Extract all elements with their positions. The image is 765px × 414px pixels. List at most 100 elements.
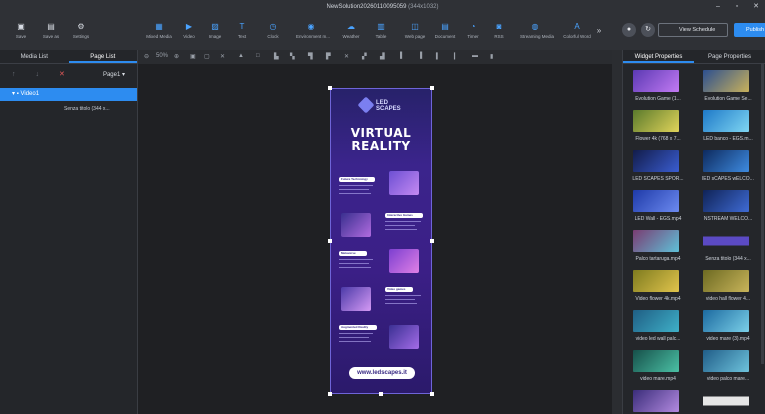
document-button[interactable]: ▤ Document — [430, 22, 460, 39]
media-tile[interactable]: Evolution Game Se... — [693, 66, 763, 106]
bring-front-icon[interactable]: ▌ — [400, 53, 404, 59]
zoom-out-icon[interactable]: ⊖ — [144, 53, 149, 60]
media-tile[interactable]: NSTREAM WELCO... — [693, 186, 763, 226]
rss-button[interactable]: ◙ RSS — [484, 22, 514, 39]
tab-page-list[interactable]: Page List — [68, 50, 137, 63]
image-button[interactable]: ▨ Image — [200, 22, 230, 39]
resize-handle-br[interactable] — [430, 392, 434, 396]
fit-icon[interactable]: ▣ — [190, 53, 196, 60]
align-top-icon[interactable]: ▛ — [326, 53, 331, 60]
media-tile[interactable] — [623, 386, 693, 412]
lock-icon[interactable]: ▲ — [238, 53, 244, 59]
video-icon: ▶ — [185, 22, 193, 31]
close-window-button[interactable]: ✕ — [747, 0, 765, 14]
media-tile[interactable]: video led wall palc... — [623, 306, 693, 346]
ad-headline-line1: VIRTUAL — [350, 126, 412, 140]
ad-image — [389, 171, 419, 195]
ad-headline-line2: REALITY — [351, 139, 411, 153]
window-title-dimensions: (344x1032) — [408, 4, 439, 10]
save-as-button[interactable]: ▤ Save as — [36, 22, 66, 39]
media-tile[interactable]: video hall flower 4... — [693, 266, 763, 306]
align-bottom-icon[interactable]: ▟ — [380, 53, 385, 60]
space-h-icon[interactable]: ▍ — [436, 53, 441, 60]
move-up-icon[interactable]: ↑ — [12, 71, 16, 78]
align-center-icon[interactable]: ▚ — [290, 53, 295, 60]
media-tile-name: video mare.mp4 — [640, 376, 676, 382]
media-tile[interactable]: LED Wall - EGS.mp4 — [623, 186, 693, 226]
mixed-media-icon: ▦ — [155, 22, 163, 31]
media-tile[interactable]: Flower 4k (768 x 7... — [623, 106, 693, 146]
resize-handle-r[interactable] — [430, 239, 434, 243]
delete-icon[interactable]: ✕ — [59, 70, 65, 78]
media-tile[interactable]: Senza titolo (344 x... — [693, 226, 763, 266]
media-tile[interactable]: Palco tartaruga.mp4 — [623, 226, 693, 266]
page-select[interactable]: Page1 ▾ — [103, 71, 125, 78]
media-tile[interactable]: video palco mare... — [693, 346, 763, 386]
streaming-media-button[interactable]: ◍ Streaming Media — [520, 22, 554, 39]
refresh-icon[interactable]: ↻ — [641, 23, 655, 37]
location-icon[interactable]: ● — [622, 23, 636, 37]
resize-handle-tl[interactable] — [328, 86, 332, 90]
publish-button[interactable]: Publish — [734, 23, 765, 37]
mixed-media-button[interactable]: ▦ Mixed Media — [144, 22, 174, 39]
distribute-icon[interactable]: ✕ — [344, 53, 349, 60]
colorful-word-button[interactable]: A Colorful Word — [562, 22, 592, 39]
media-tile[interactable]: Video flower 4k.mp4 — [623, 266, 693, 306]
clock-label: Clock — [267, 34, 279, 39]
align-middle-icon[interactable]: ▞ — [362, 53, 367, 60]
canvas-widget-video1[interactable]: LED SCAPES VIRTUAL REALITY Future Techno… — [330, 88, 432, 394]
media-tile-name: video palco mare... — [706, 376, 750, 382]
resize-handle-tr[interactable] — [430, 86, 434, 90]
copy-icon[interactable]: □ — [256, 53, 260, 59]
minimize-button[interactable]: – — [709, 0, 727, 14]
delete-widget-icon[interactable]: ✕ — [220, 53, 225, 60]
media-tile[interactable]: video mare (3).mp4 — [693, 306, 763, 346]
media-tile-name: LED Wall - EGS.mp4 — [634, 216, 682, 222]
zoom-in-icon[interactable]: ⊕ — [174, 53, 179, 60]
full-width-icon[interactable]: ▬ — [472, 53, 478, 59]
media-tile[interactable]: video mare.mp4 — [623, 346, 693, 386]
resize-handle-l[interactable] — [328, 239, 332, 243]
media-tile[interactable] — [693, 386, 763, 412]
move-down-icon[interactable]: ↓ — [36, 71, 40, 78]
align-right-icon[interactable]: ▜ — [308, 53, 313, 60]
send-back-icon[interactable]: ▐ — [418, 53, 422, 59]
settings-label: Settings — [72, 34, 90, 39]
ad-image — [341, 287, 371, 311]
clock-button[interactable]: ◷ Clock — [258, 22, 288, 39]
resize-handle-bl[interactable] — [328, 392, 332, 396]
media-tile[interactable]: LED banco - EGS.m... — [693, 106, 763, 146]
right-panel-scrollbar[interactable] — [761, 64, 764, 364]
ad-headline: VIRTUAL REALITY — [331, 127, 431, 153]
more-widgets-button[interactable]: » — [592, 26, 606, 35]
text-label: Text — [237, 34, 247, 39]
media-tile[interactable]: lED sCAPES wELCO... — [693, 146, 763, 186]
table-button[interactable]: ▥ Table — [366, 22, 396, 39]
list-item-video1[interactable]: ▾ ▪ Video1 — [0, 88, 137, 101]
weather-button[interactable]: ☁ Weather — [336, 22, 366, 39]
weather-icon: ☁ — [347, 22, 355, 31]
window-title-bar: NewSolution20260110095059 (344x1032) — [0, 0, 765, 14]
space-v-icon[interactable]: ▎ — [454, 53, 459, 60]
list-item-media[interactable]: Senza titolo (344 x... — [0, 103, 137, 116]
right-panel-tabs: Widget Properties Page Properties — [623, 50, 765, 64]
resize-handle-b[interactable] — [379, 392, 383, 396]
web-page-button[interactable]: ◫ Web page — [400, 22, 430, 39]
rss-label: RSS — [494, 34, 504, 39]
environment-button[interactable]: ◉ Environment m... — [296, 22, 330, 39]
restore-button[interactable]: ▫ — [728, 0, 746, 14]
tab-page-properties[interactable]: Page Properties — [694, 50, 765, 63]
media-tile[interactable]: LED SCAPES SPOR... — [623, 146, 693, 186]
section-label: Video games — [385, 287, 413, 292]
full-height-icon[interactable]: ▮ — [490, 53, 493, 60]
media-tile[interactable]: Evolution Game (1... — [623, 66, 693, 106]
window-title: NewSolution20260110095059 — [326, 4, 407, 10]
text-button[interactable]: T Text — [227, 22, 257, 39]
tab-widget-properties[interactable]: Widget Properties — [623, 50, 694, 63]
view-schedule-button[interactable]: View Schedule — [658, 23, 728, 37]
align-left-icon[interactable]: ▙ — [274, 53, 279, 60]
fill-icon[interactable]: ▢ — [204, 53, 210, 60]
settings-button[interactable]: ⚙ Settings — [66, 22, 96, 39]
save-button[interactable]: ▣ Save — [6, 22, 36, 39]
tab-media-list[interactable]: Media List — [0, 50, 69, 63]
